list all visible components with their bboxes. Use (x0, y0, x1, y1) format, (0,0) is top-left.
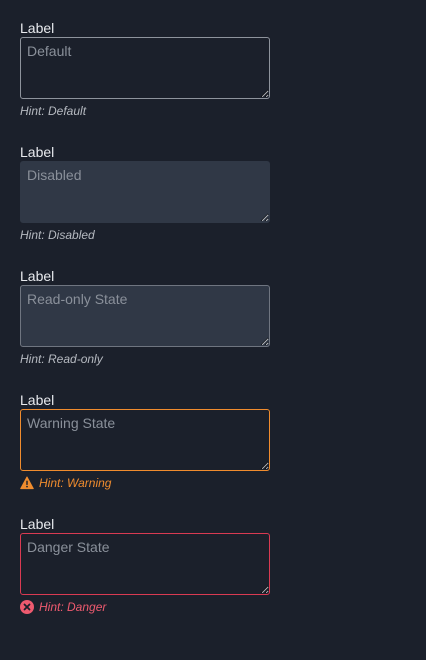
hint-text: Hint: Danger (20, 599, 270, 615)
readonly-textarea[interactable] (20, 285, 270, 347)
hint-text: Hint: Disabled (20, 227, 270, 243)
default-textarea[interactable] (20, 37, 270, 99)
hint-label: Hint: Default (20, 104, 87, 118)
field-label: Label (20, 516, 55, 532)
field-danger: Label Hint: Danger (20, 512, 270, 615)
field-label: Label (20, 268, 55, 284)
field-readonly: Label Hint: Read-only (20, 264, 270, 367)
error-circle-icon (20, 600, 34, 614)
hint-label: Hint: Disabled (20, 228, 95, 242)
disabled-textarea (20, 161, 270, 223)
hint-label: Hint: Warning (39, 476, 112, 490)
field-default: Label Hint: Default (20, 16, 270, 119)
field-label: Label (20, 20, 55, 36)
hint-label: Hint: Read-only (20, 352, 103, 366)
hint-text: Hint: Warning (20, 475, 270, 491)
warning-triangle-icon (20, 476, 34, 490)
hint-text: Hint: Read-only (20, 351, 270, 367)
warning-textarea[interactable] (20, 409, 270, 471)
field-label: Label (20, 144, 55, 160)
field-warning: Label Hint: Warning (20, 388, 270, 491)
field-disabled: Label Hint: Disabled (20, 140, 270, 243)
danger-textarea[interactable] (20, 533, 270, 595)
hint-text: Hint: Default (20, 103, 270, 119)
hint-label: Hint: Danger (39, 600, 107, 614)
field-label: Label (20, 392, 55, 408)
